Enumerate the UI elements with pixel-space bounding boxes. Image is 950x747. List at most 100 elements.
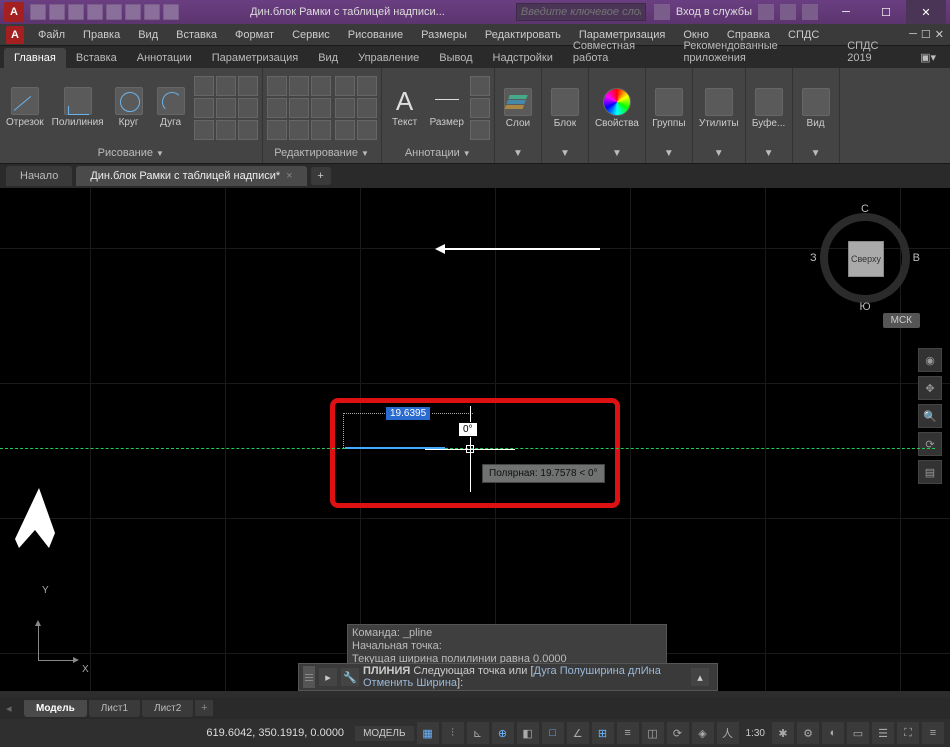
erase-icon[interactable] bbox=[335, 76, 355, 96]
tab-spds[interactable]: СПДС 2019 bbox=[837, 36, 910, 68]
minimize-button[interactable]: ─ bbox=[826, 0, 866, 24]
doc-min-icon[interactable]: ─ bbox=[909, 28, 917, 41]
panel-draw-title[interactable]: Рисование▼ bbox=[4, 145, 258, 161]
layout-model[interactable]: Модель bbox=[24, 700, 87, 717]
dyn-toggle-icon[interactable]: ⊞ bbox=[592, 722, 614, 744]
viewcube[interactable]: С Ю З В Сверху bbox=[810, 203, 920, 313]
cleanscreen-icon[interactable]: ⛶ bbox=[897, 722, 919, 744]
tab-home[interactable]: Главная bbox=[4, 48, 66, 68]
lwt-toggle-icon[interactable]: ≡ bbox=[617, 722, 639, 744]
menu-tools[interactable]: Сервис bbox=[284, 26, 338, 44]
block-button[interactable]: Блок bbox=[546, 86, 584, 131]
tab-addins[interactable]: Надстройки bbox=[483, 48, 563, 68]
chamfer-icon[interactable] bbox=[357, 98, 377, 118]
annovis-icon[interactable]: ✱ bbox=[772, 722, 794, 744]
track-toggle-icon[interactable]: ∠ bbox=[567, 722, 589, 744]
mtext-icon[interactable] bbox=[470, 120, 490, 140]
tab-close-icon[interactable]: × bbox=[286, 170, 292, 182]
props-button[interactable]: Свойства bbox=[593, 86, 641, 131]
move-icon[interactable] bbox=[267, 76, 287, 96]
nav-zoom-icon[interactable]: 🔍 bbox=[918, 404, 942, 428]
annoscale-icon[interactable]: 人 bbox=[717, 722, 739, 744]
cmd-settings-icon[interactable]: 🔧 bbox=[341, 668, 359, 686]
panel-annot-title[interactable]: Аннотации▼ bbox=[386, 145, 490, 161]
panel-layers-title[interactable]: ▼ bbox=[499, 146, 537, 161]
panel-utils-title[interactable]: ▼ bbox=[697, 146, 741, 161]
offset-icon[interactable] bbox=[335, 98, 355, 118]
qat-save-icon[interactable] bbox=[68, 4, 84, 20]
app-menu-icon[interactable]: A bbox=[6, 26, 24, 44]
close-button[interactable]: ✕ bbox=[906, 0, 946, 24]
tab-manage[interactable]: Управление bbox=[348, 48, 429, 68]
maximize-button[interactable]: ☐ bbox=[866, 0, 906, 24]
layout-sheet2[interactable]: Лист2 bbox=[142, 700, 193, 717]
viewcube-south[interactable]: Ю bbox=[859, 301, 870, 313]
viewcube-east[interactable]: В bbox=[913, 252, 920, 264]
hardware-icon[interactable]: ☰ bbox=[872, 722, 894, 744]
scale-label[interactable]: 1:30 bbox=[742, 728, 769, 739]
snap-toggle-icon[interactable]: ⫶ bbox=[442, 722, 464, 744]
dyn-angle-input[interactable]: 0° bbox=[458, 422, 478, 437]
polar-toggle-icon[interactable]: ⊕ bbox=[492, 722, 514, 744]
region-icon[interactable] bbox=[238, 98, 258, 118]
dyn-distance-input[interactable]: 19.6395 bbox=[385, 406, 431, 421]
new-tab-button[interactable]: + bbox=[311, 167, 331, 185]
fillet-icon[interactable] bbox=[311, 98, 331, 118]
command-line[interactable]: ▸ 🔧 ПЛИНИЯ Следующая точка или [Дуга Пол… bbox=[298, 663, 718, 691]
cart-icon[interactable] bbox=[758, 4, 774, 20]
view-button[interactable]: Вид bbox=[797, 86, 835, 131]
grid-toggle-icon[interactable]: ▦ bbox=[417, 722, 439, 744]
menu-modify[interactable]: Редактировать bbox=[477, 26, 569, 44]
nav-wheel-icon[interactable]: ◉ bbox=[918, 348, 942, 372]
scale-icon[interactable] bbox=[289, 120, 309, 140]
qat-open-icon[interactable] bbox=[49, 4, 65, 20]
nav-orbit-icon[interactable]: ⟳ bbox=[918, 432, 942, 456]
donut-icon[interactable] bbox=[216, 120, 236, 140]
rect-icon[interactable] bbox=[194, 76, 214, 96]
layout-sheet1[interactable]: Лист1 bbox=[89, 700, 140, 717]
tab-view[interactable]: Вид bbox=[308, 48, 348, 68]
transparency-icon[interactable]: ◫ bbox=[642, 722, 664, 744]
space-badge[interactable]: МОДЕЛЬ bbox=[355, 726, 413, 741]
array-icon[interactable] bbox=[311, 120, 331, 140]
panel-modify-title[interactable]: Редактирование▼ bbox=[267, 145, 377, 161]
qat-plot-icon[interactable] bbox=[106, 4, 122, 20]
break-icon[interactable] bbox=[335, 120, 355, 140]
cmd-recent-icon[interactable]: ▸ bbox=[319, 668, 337, 686]
layout-add-button[interactable]: + bbox=[195, 700, 213, 716]
cycling-icon[interactable]: ⟳ bbox=[667, 722, 689, 744]
workspace-icon[interactable]: ◐ bbox=[822, 722, 844, 744]
polyline-button[interactable]: Полилиния bbox=[50, 85, 106, 130]
menu-format[interactable]: Формат bbox=[227, 26, 282, 44]
monitor-icon[interactable]: ▭ bbox=[847, 722, 869, 744]
doc-max-icon[interactable]: ☐ bbox=[921, 28, 931, 41]
custom-icon[interactable]: ≡ bbox=[922, 722, 944, 744]
menu-dim[interactable]: Размеры bbox=[413, 26, 475, 44]
viewcube-face-top[interactable]: Сверху bbox=[848, 241, 884, 277]
wcs-badge[interactable]: МСК bbox=[883, 313, 920, 328]
cloud-icon[interactable] bbox=[780, 4, 796, 20]
mirror-icon[interactable] bbox=[289, 98, 309, 118]
panel-clip-title[interactable]: ▼ bbox=[750, 146, 788, 161]
app-logo[interactable]: A bbox=[4, 2, 24, 22]
qat-more-icon[interactable] bbox=[163, 4, 179, 20]
3dosnap-icon[interactable]: ◈ bbox=[692, 722, 714, 744]
menu-insert[interactable]: Вставка bbox=[168, 26, 225, 44]
circle-button[interactable]: Круг bbox=[110, 85, 148, 130]
explode-icon[interactable] bbox=[357, 76, 377, 96]
iso-toggle-icon[interactable]: ◧ bbox=[517, 722, 539, 744]
cmd-expand-icon[interactable]: ▴ bbox=[691, 668, 709, 686]
panel-view-title[interactable]: ▼ bbox=[797, 146, 835, 161]
trim-icon[interactable] bbox=[311, 76, 331, 96]
rotate-icon[interactable] bbox=[289, 76, 309, 96]
groups-button[interactable]: Группы bbox=[650, 86, 688, 131]
cloud-icon[interactable] bbox=[194, 120, 214, 140]
viewcube-west[interactable]: З bbox=[810, 252, 817, 264]
tab-drawing[interactable]: Дин.блок Рамки с таблицей надписи*× bbox=[76, 166, 306, 186]
ellipse-icon[interactable] bbox=[238, 76, 258, 96]
panel-groups-title[interactable]: ▼ bbox=[650, 146, 688, 161]
osnap-toggle-icon[interactable]: □ bbox=[542, 722, 564, 744]
text-button[interactable]: AТекст bbox=[386, 85, 424, 130]
menu-file[interactable]: Файл bbox=[30, 26, 73, 44]
ribbon-collapse-icon[interactable]: ▣▾ bbox=[910, 47, 946, 68]
